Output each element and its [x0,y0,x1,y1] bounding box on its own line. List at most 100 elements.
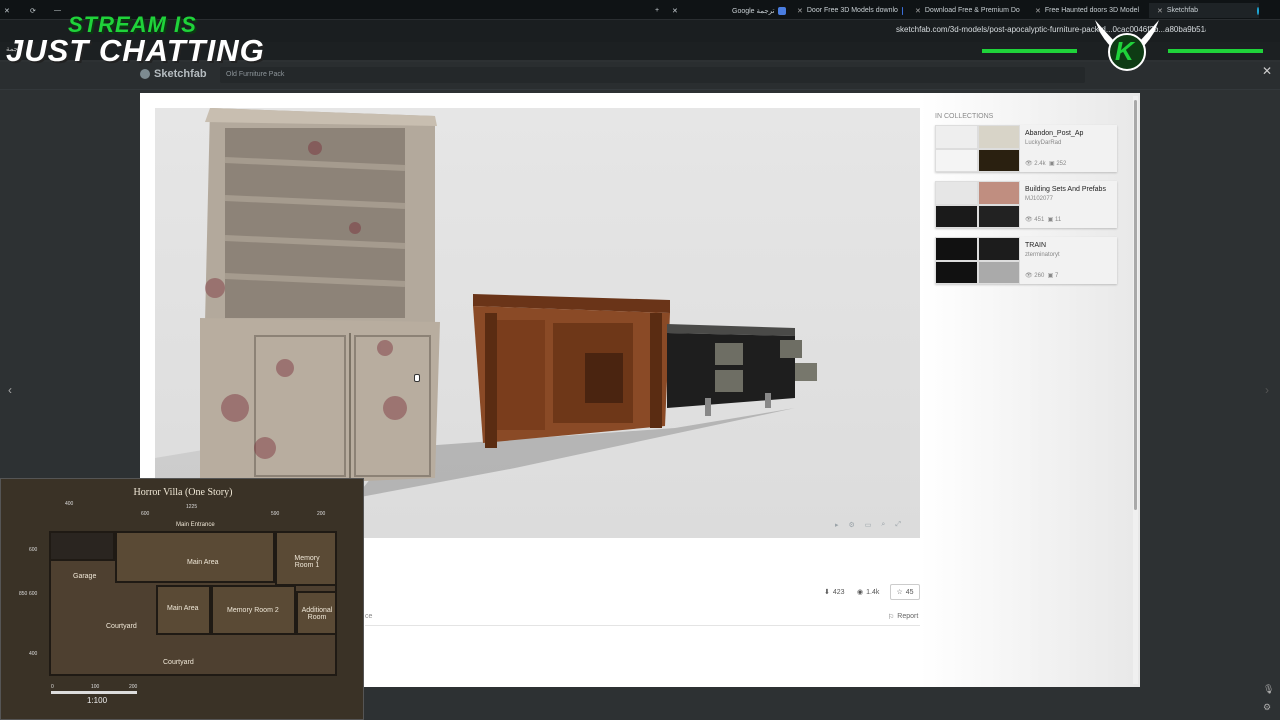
tab-haunted-doors[interactable]: ✕ Free Haunted doors 3D Model [1031,3,1141,18]
tab-sketchfab[interactable]: ✕ Sketchfab [1149,3,1259,18]
dimension-label: 600 [141,511,150,517]
collection-card[interactable]: TRAIN zterminatoryt 👁 260 ▣ 7 [935,237,1117,284]
scrollbar-thumb[interactable] [1134,100,1137,510]
collection-thumbnails [935,125,1020,172]
close-tab-icon[interactable]: ✕ [915,7,921,15]
dimension-label: 590 [271,511,280,517]
sketchfab-logo-icon [140,69,150,79]
dimension-label: 850 [19,591,28,597]
dimension-label: 200 [317,511,326,517]
new-tab-button[interactable]: + [655,3,659,18]
room-label: Main Area [167,605,199,612]
collection-user[interactable]: zterminatoryt [1025,252,1060,258]
close-tab-icon[interactable]: ✕ [1035,7,1041,15]
room-label: Courtyard [163,659,194,666]
room-label: Garage [73,573,97,580]
download-count-value: 423 [832,588,845,596]
minimize-icon[interactable]: — [54,3,61,18]
play-icon[interactable]: ▸ [835,521,839,529]
furniture-render [155,108,817,498]
logo-text: Sketchfab [154,68,207,80]
scale-tick: 200 [129,684,138,690]
tab-download-free[interactable]: ✕ Download Free & Premium Do [911,3,1021,18]
settings-icon[interactable]: ⚙ [849,521,855,529]
microphone-icon[interactable]: 🎙 [1263,684,1274,695]
tab-label: Sketchfab [1166,7,1199,14]
tab-label: Google ترجمة [732,7,775,15]
collection-stats: 👁 451 ▣ 11 [1025,217,1062,223]
room-label: Memory Room 2 [227,607,279,614]
tab-google-translate[interactable]: Google ترجمة [732,3,787,18]
like-count: 45 [905,588,914,596]
room-label: Additional Room [301,607,333,621]
tab-label: Download Free & Premium Do [924,7,1020,14]
url-field[interactable]: sketchfab.com/3d-models/post-apocalyptic… [896,25,1206,34]
hand-cursor-icon [414,374,420,382]
scale-tick: 100 [91,684,100,690]
collection-card[interactable]: Building Sets And Prefabs MJ102077 👁 451… [935,181,1117,228]
collection-title[interactable]: Abandon_Post_Ap [1025,130,1083,137]
modal-close-icon[interactable]: ✕ [1262,64,1272,78]
dimension-label: 1225 [186,504,198,510]
overlay-bar-left [982,49,1077,53]
sketchfab-logo[interactable]: Sketchfab [140,68,207,80]
floor-plan-title: Horror Villa (One Story) [133,487,233,498]
like-button[interactable]: ☆ 45 [890,584,920,600]
dimension-label: 400 [65,501,74,507]
fullscreen-icon[interactable]: ⤢ [895,521,901,529]
room-label: Memory Room 1 [294,555,320,569]
collection-title[interactable]: Building Sets And Prefabs [1025,186,1106,193]
3d-model-viewer[interactable]: ▸ ⚙ ▭ ⌕ ⤢ [155,108,920,538]
report-link[interactable]: ⚐ Report [888,613,918,621]
streamer-logo: K [1095,18,1159,76]
divider [365,625,920,626]
room-label: Main Area [187,559,219,566]
vr-icon[interactable]: ▭ [865,521,872,529]
close-tab-icon[interactable]: ✕ [1157,7,1163,15]
next-arrow-icon[interactable]: › [1265,383,1269,397]
collection-stats: 👁 260 ▣ 7 [1025,273,1059,279]
sketchfab-icon [1257,6,1259,15]
site-icon [901,6,903,15]
view-count-value: 1.4k [866,588,880,596]
collection-thumbnails [935,237,1020,284]
viewer-controls: ▸ ⚙ ▭ ⌕ ⤢ [835,521,901,529]
reload-icon[interactable]: ⟳ [30,3,36,18]
window-close-icon[interactable]: ✕ [4,3,10,18]
tab-label: Free Haunted doors 3D Model [1044,7,1140,14]
inspect-icon[interactable]: ⌕ [881,521,885,529]
tab-label: Door Free 3D Models downlo [806,7,898,14]
collection-stats: 👁 2.4k ▣ 252 [1025,161,1067,167]
previous-arrow-icon[interactable]: ‹ [8,383,12,397]
download-count: ⬇ 423 [824,588,845,597]
download-icon: ⬇ [824,589,830,596]
settings-gear-icon[interactable]: ⚙ [1263,702,1271,713]
tab-door-models[interactable]: ✕ Door Free 3D Models downlo [793,3,903,18]
dimension-label: 400 [29,651,38,657]
close-tab-icon[interactable]: ✕ [672,3,678,18]
collection-user[interactable]: LuckyDarRad [1025,140,1061,146]
stream-status-line2: JUST CHATTING [6,33,265,68]
translate-icon [778,6,787,15]
room-label: Main Entrance [176,522,215,528]
room-label: Courtyard [106,623,137,630]
dimension-label: 600 [29,591,38,597]
view-count: ◉ 1.4k [857,588,880,597]
collection-title[interactable]: TRAIN [1025,242,1046,249]
scale-tick: 0 [51,684,54,690]
scale-label: 1:100 [87,696,108,705]
star-icon: ☆ [896,589,903,596]
search-input[interactable]: Old Furniture Pack [220,67,1085,83]
dimension-label: 600 [29,547,38,553]
collections-heading: IN COLLECTIONS [935,113,994,120]
partial-text: ce [365,613,373,620]
collection-card[interactable]: Abandon_Post_Ap LuckyDarRad 👁 2.4k ▣ 252 [935,125,1117,172]
collection-user[interactable]: MJ102077 [1025,196,1053,202]
logo-letter: K [1115,36,1134,66]
eye-icon: ◉ [857,589,864,596]
report-label: Report [897,613,919,620]
close-tab-icon[interactable]: ✕ [797,7,803,15]
collection-thumbnails [935,181,1020,228]
overlay-bar-right [1168,49,1263,53]
flag-icon: ⚐ [888,614,895,621]
